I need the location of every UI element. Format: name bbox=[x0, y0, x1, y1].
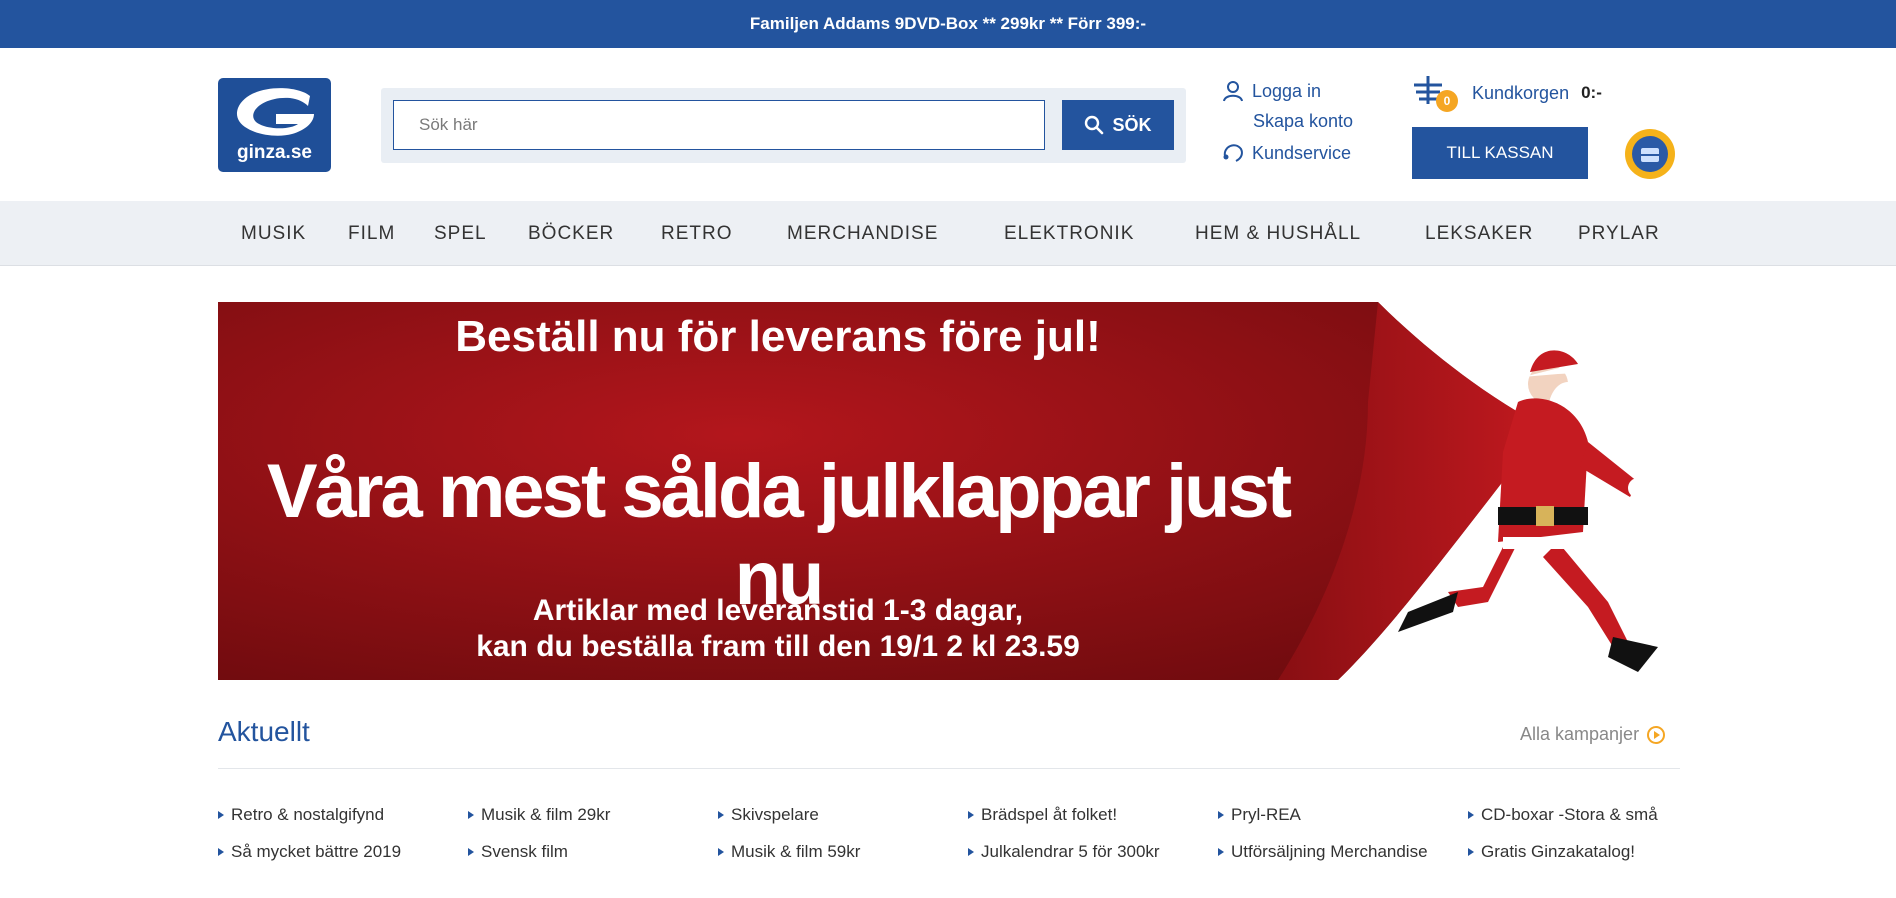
login-link[interactable]: Logga in bbox=[1222, 80, 1321, 102]
customer-service-label: Kundservice bbox=[1252, 142, 1352, 163]
campaign-link-label: Så mycket bättre 2019 bbox=[231, 842, 402, 861]
all-campaigns-link[interactable]: Alla kampanjer bbox=[1520, 724, 1666, 745]
triangle-right-icon bbox=[218, 811, 224, 819]
nav-film[interactable]: FILM bbox=[348, 223, 395, 245]
triangle-right-icon bbox=[468, 811, 474, 819]
banner-line-3b: kan du beställa fram till den 19/1 2 kl … bbox=[476, 630, 1080, 663]
campaign-link-label: CD-boxar -Stora & små bbox=[1481, 805, 1658, 824]
triangle-right-icon bbox=[718, 811, 724, 819]
cart-total: 0:- bbox=[1581, 83, 1602, 102]
campaign-link-label: Retro & nostalgifynd bbox=[231, 805, 385, 824]
campaign-link-label: Julkalendrar 5 för 300kr bbox=[981, 842, 1160, 861]
nav-merchandise[interactable]: MERCHANDISE bbox=[787, 223, 938, 245]
campaign-link-label: Musik & film 29kr bbox=[481, 805, 611, 824]
banner-line-1: Beställ nu för leverans före jul! bbox=[455, 312, 1101, 361]
triangle-right-icon bbox=[968, 848, 974, 856]
campaign-link[interactable]: Skivspelare bbox=[718, 805, 819, 825]
promo-text[interactable]: Familjen Addams 9DVD-Box ** 299kr ** För… bbox=[750, 14, 1146, 34]
section-divider bbox=[218, 768, 1680, 769]
trygg-handel-badge-icon[interactable] bbox=[1624, 128, 1676, 180]
triangle-right-icon bbox=[468, 848, 474, 856]
campaign-link[interactable]: Pryl-REA bbox=[1218, 805, 1301, 825]
create-account-label: Skapa konto bbox=[1253, 111, 1354, 131]
login-label: Logga in bbox=[1252, 80, 1322, 101]
site-logo[interactable]: ginza.se bbox=[218, 78, 331, 172]
create-account-link[interactable]: Skapa konto bbox=[1253, 111, 1353, 132]
basket-icon: 0 bbox=[1410, 76, 1458, 112]
customer-service-link[interactable]: Kundservice bbox=[1222, 142, 1351, 164]
triangle-right-icon bbox=[1468, 811, 1474, 819]
triangle-right-icon bbox=[1218, 811, 1224, 819]
cart-count-badge: 0 bbox=[1436, 90, 1458, 112]
nav-prylar[interactable]: PRYLAR bbox=[1578, 223, 1660, 245]
campaign-link-label: Brädspel åt folket! bbox=[981, 805, 1118, 824]
user-icon bbox=[1223, 81, 1243, 102]
campaign-link[interactable]: Musik & film 59kr bbox=[718, 842, 860, 862]
triangle-right-icon bbox=[218, 848, 224, 856]
campaign-link[interactable]: Svensk film bbox=[468, 842, 568, 862]
checkout-button[interactable]: TILL KASSAN bbox=[1412, 127, 1588, 179]
nav-elektronik[interactable]: ELEKTRONIK bbox=[1004, 223, 1134, 245]
campaign-link[interactable]: Så mycket bättre 2019 bbox=[218, 842, 401, 862]
triangle-right-icon bbox=[718, 848, 724, 856]
search-icon bbox=[1085, 115, 1104, 135]
triangle-right-icon bbox=[968, 811, 974, 819]
campaign-link[interactable]: Utförsäljning Merchandise bbox=[1218, 842, 1428, 862]
campaign-link[interactable]: Brädspel åt folket! bbox=[968, 805, 1117, 825]
headset-icon bbox=[1223, 144, 1243, 162]
logo-g-icon bbox=[236, 88, 314, 136]
all-campaigns-label: Alla kampanjer bbox=[1520, 724, 1640, 744]
promo-bar[interactable]: Familjen Addams 9DVD-Box ** 299kr ** För… bbox=[0, 0, 1896, 48]
search-input[interactable] bbox=[393, 100, 1045, 150]
nav-bocker[interactable]: BÖCKER bbox=[528, 223, 614, 245]
campaign-link[interactable]: Julkalendrar 5 för 300kr bbox=[968, 842, 1160, 862]
triangle-right-icon bbox=[1218, 848, 1224, 856]
play-circle-icon bbox=[1647, 725, 1666, 744]
campaign-link-label: Svensk film bbox=[481, 842, 568, 861]
cart[interactable]: 0 Kundkorgen 0:- bbox=[1410, 76, 1602, 112]
campaign-link[interactable]: Musik & film 29kr bbox=[468, 805, 610, 825]
logo-text: ginza.se bbox=[237, 142, 312, 163]
campaign-link[interactable]: Gratis Ginzakatalog! bbox=[1468, 842, 1635, 862]
triangle-right-icon bbox=[1468, 848, 1474, 856]
banner-line-3a: Artiklar med leveranstid 1-3 dagar, bbox=[532, 594, 1024, 627]
nav-spel[interactable]: SPEL bbox=[434, 223, 487, 245]
campaign-link-label: Utförsäljning Merchandise bbox=[1231, 842, 1428, 861]
campaign-link-label: Musik & film 59kr bbox=[731, 842, 861, 861]
campaign-link[interactable]: Retro & nostalgifynd bbox=[218, 805, 384, 825]
cart-label: Kundkorgen bbox=[1472, 82, 1570, 103]
search-button[interactable]: SÖK bbox=[1062, 100, 1174, 150]
nav-hem-hushall[interactable]: HEM & HUSHÅLL bbox=[1195, 223, 1361, 245]
campaign-link-label: Skivspelare bbox=[731, 805, 819, 824]
main-nav: MUSIK FILM SPEL BÖCKER RETRO MERCHANDISE… bbox=[0, 201, 1896, 266]
search-bar: SÖK bbox=[381, 88, 1186, 163]
nav-retro[interactable]: RETRO bbox=[661, 223, 733, 245]
nav-musik[interactable]: MUSIK bbox=[241, 223, 306, 245]
search-button-label: SÖK bbox=[1112, 114, 1152, 135]
campaign-link[interactable]: CD-boxar -Stora & små bbox=[1468, 805, 1658, 825]
campaign-link-label: Pryl-REA bbox=[1231, 805, 1301, 824]
nav-leksaker[interactable]: LEKSAKER bbox=[1425, 223, 1533, 245]
aktuellt-heading: Aktuellt bbox=[218, 716, 310, 747]
campaign-link-label: Gratis Ginzakatalog! bbox=[1481, 842, 1636, 861]
